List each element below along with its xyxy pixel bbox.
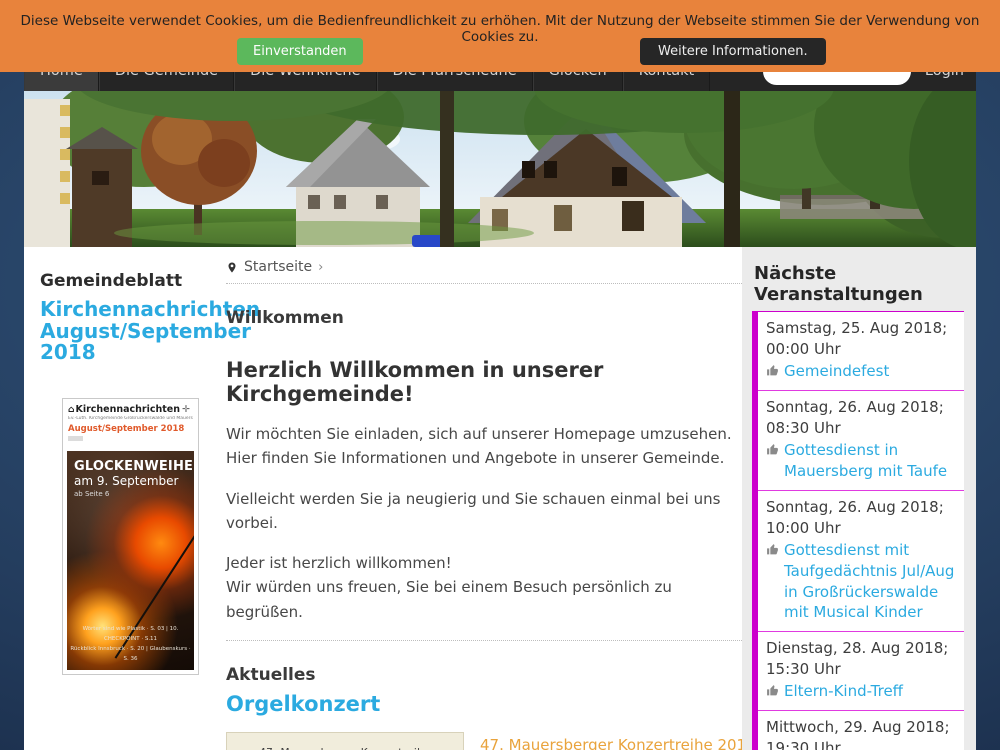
cover-issue: August/September 2018 <box>68 424 193 434</box>
event-series-title: 47. Mauersberger Konzertreihe 2018 <box>480 736 742 750</box>
cross-icon: ✛ <box>182 404 190 415</box>
event-link-label: Gemeindefest <box>784 361 889 382</box>
welcome-paragraphs: Wir möchten Sie einladen, sich auf unser… <box>226 422 742 624</box>
event-item: Sonntag, 26. Aug 2018; 08:30 Uhr Gottesd… <box>758 391 964 491</box>
event-date: Samstag, 25. Aug 2018; 00:00 Uhr <box>766 318 956 359</box>
church-icon: ⌂ <box>68 405 74 415</box>
cover-photo-title: GLOCKENWEIHE <box>67 451 194 474</box>
right-sidebar: Nächste Veranstaltungen Samstag, 25. Aug… <box>742 247 976 750</box>
newsletter-link[interactable]: Kirchennachrichten August/September 2018 <box>40 299 220 364</box>
event-date: Mittwoch, 29. Aug 2018; 19:30 Uhr <box>766 717 956 750</box>
cover-masthead: ⌂Kirchennachrichten✛ Ev.-Luth. Kirchgeme… <box>63 399 198 441</box>
events-heading: Nächste Veranstaltungen <box>754 263 964 305</box>
event-date: Dienstag, 28. Aug 2018; 15:30 Uhr <box>766 638 956 679</box>
event-item: Sonntag, 26. Aug 2018; 10:00 Uhr Gottesd… <box>758 491 964 632</box>
cover-footer: Wörter sind wie Plastik · S. 03 | 10. CH… <box>67 625 194 665</box>
thumb-up-icon <box>766 364 779 377</box>
gemeindeblatt-heading: Gemeindeblatt <box>40 271 210 291</box>
event-link-label: Gottesdienst in Mauersberg mit Taufe <box>784 440 956 481</box>
location-pin-icon <box>226 260 238 275</box>
divider <box>226 283 742 284</box>
cover-masthead-text: Kirchennachrichten <box>75 404 180 415</box>
cookie-accept-button[interactable]: Einverstanden <box>237 38 363 65</box>
welcome-heading: Herzlich Willkommen in unserer Kirchgeme… <box>226 358 742 406</box>
cover-photo-subtitle: am 9. September <box>67 474 194 488</box>
cover-masthead-sub: Ev.-Luth. Kirchgemeinde Großrückerswalde… <box>68 416 193 421</box>
event-link-label: Eltern-Kind-Treff <box>784 681 903 702</box>
event-link[interactable]: Eltern-Kind-Treff <box>766 681 956 702</box>
welcome-paragraph: Jeder ist herzlich willkommen! Wir würde… <box>226 551 742 624</box>
aktuelles-heading: Aktuelles <box>226 665 742 685</box>
main-column: Startseite › Willkommen Herzlich Willkom… <box>210 247 742 750</box>
event-date: Sonntag, 26. Aug 2018; 08:30 Uhr <box>766 397 956 438</box>
cover-footer-line2: Rückblick Innsbruck · S. 20 | Glaubensku… <box>67 645 194 665</box>
content-area: Gemeindeblatt Kirchennachrichten August/… <box>24 247 976 750</box>
events-list: Samstag, 25. Aug 2018; 00:00 Uhr Gemeind… <box>752 311 964 750</box>
event-item: Samstag, 25. Aug 2018; 00:00 Uhr Gemeind… <box>758 312 964 391</box>
concert-poster[interactable]: 47. Mauersberger Konzertreihe Sonntag, 2… <box>226 732 464 750</box>
cookie-message: Diese Webseite verwendet Cookies, um die… <box>0 13 1000 45</box>
divider <box>226 640 742 641</box>
thumb-up-icon <box>766 443 779 456</box>
thumb-up-icon <box>766 543 779 556</box>
page-title: Willkommen <box>226 308 742 328</box>
welcome-paragraph: Vielleicht werden Sie ja neugierig und S… <box>226 487 742 536</box>
cover-footer-line1: Wörter sind wie Plastik · S. 03 | 10. CH… <box>67 625 194 645</box>
breadcrumb-home[interactable]: Startseite <box>244 259 312 275</box>
event-item: Mittwoch, 29. Aug 2018; 19:30 Uhr Nadel … <box>758 711 964 750</box>
event-link-label: Gottesdienst mit Taufgedächtnis Jul/Aug … <box>784 540 956 623</box>
header-photo-art <box>24 91 976 247</box>
article-info: 47. Mauersberger Konzertreihe 2018 Sonnt… <box>480 732 742 750</box>
page-wrapper: Home Die Gemeinde Die Wehrkirche Die Pfa… <box>24 51 976 750</box>
article-title-link[interactable]: Orgelkonzert <box>226 692 380 716</box>
cookie-info-button[interactable]: Weitere Informationen. <box>640 38 826 65</box>
header-photo <box>24 91 976 247</box>
thumb-up-icon <box>766 684 779 697</box>
cover-photo: GLOCKENWEIHE am 9. September ab Seite 6 … <box>67 451 194 670</box>
event-link[interactable]: Gemeindefest <box>766 361 956 382</box>
cover-tag <box>68 436 83 441</box>
cover-photo-note: ab Seite 6 <box>67 490 194 498</box>
left-sidebar: Gemeindeblatt Kirchennachrichten August/… <box>24 247 210 750</box>
breadcrumb: Startseite › <box>226 259 742 275</box>
article-row: 47. Mauersberger Konzertreihe Sonntag, 2… <box>226 732 742 750</box>
event-item: Dienstag, 28. Aug 2018; 15:30 Uhr Eltern… <box>758 632 964 711</box>
cookie-banner: Diese Webseite verwendet Cookies, um die… <box>0 0 1000 72</box>
event-date: Sonntag, 26. Aug 2018; 10:00 Uhr <box>766 497 956 538</box>
event-link[interactable]: Gottesdienst in Mauersberg mit Taufe <box>766 440 956 481</box>
welcome-paragraph: Wir möchten Sie einladen, sich auf unser… <box>226 422 742 471</box>
event-link[interactable]: Gottesdienst mit Taufgedächtnis Jul/Aug … <box>766 540 956 623</box>
breadcrumb-separator: › <box>318 260 323 275</box>
newsletter-cover[interactable]: ⌂Kirchennachrichten✛ Ev.-Luth. Kirchgeme… <box>62 398 199 675</box>
